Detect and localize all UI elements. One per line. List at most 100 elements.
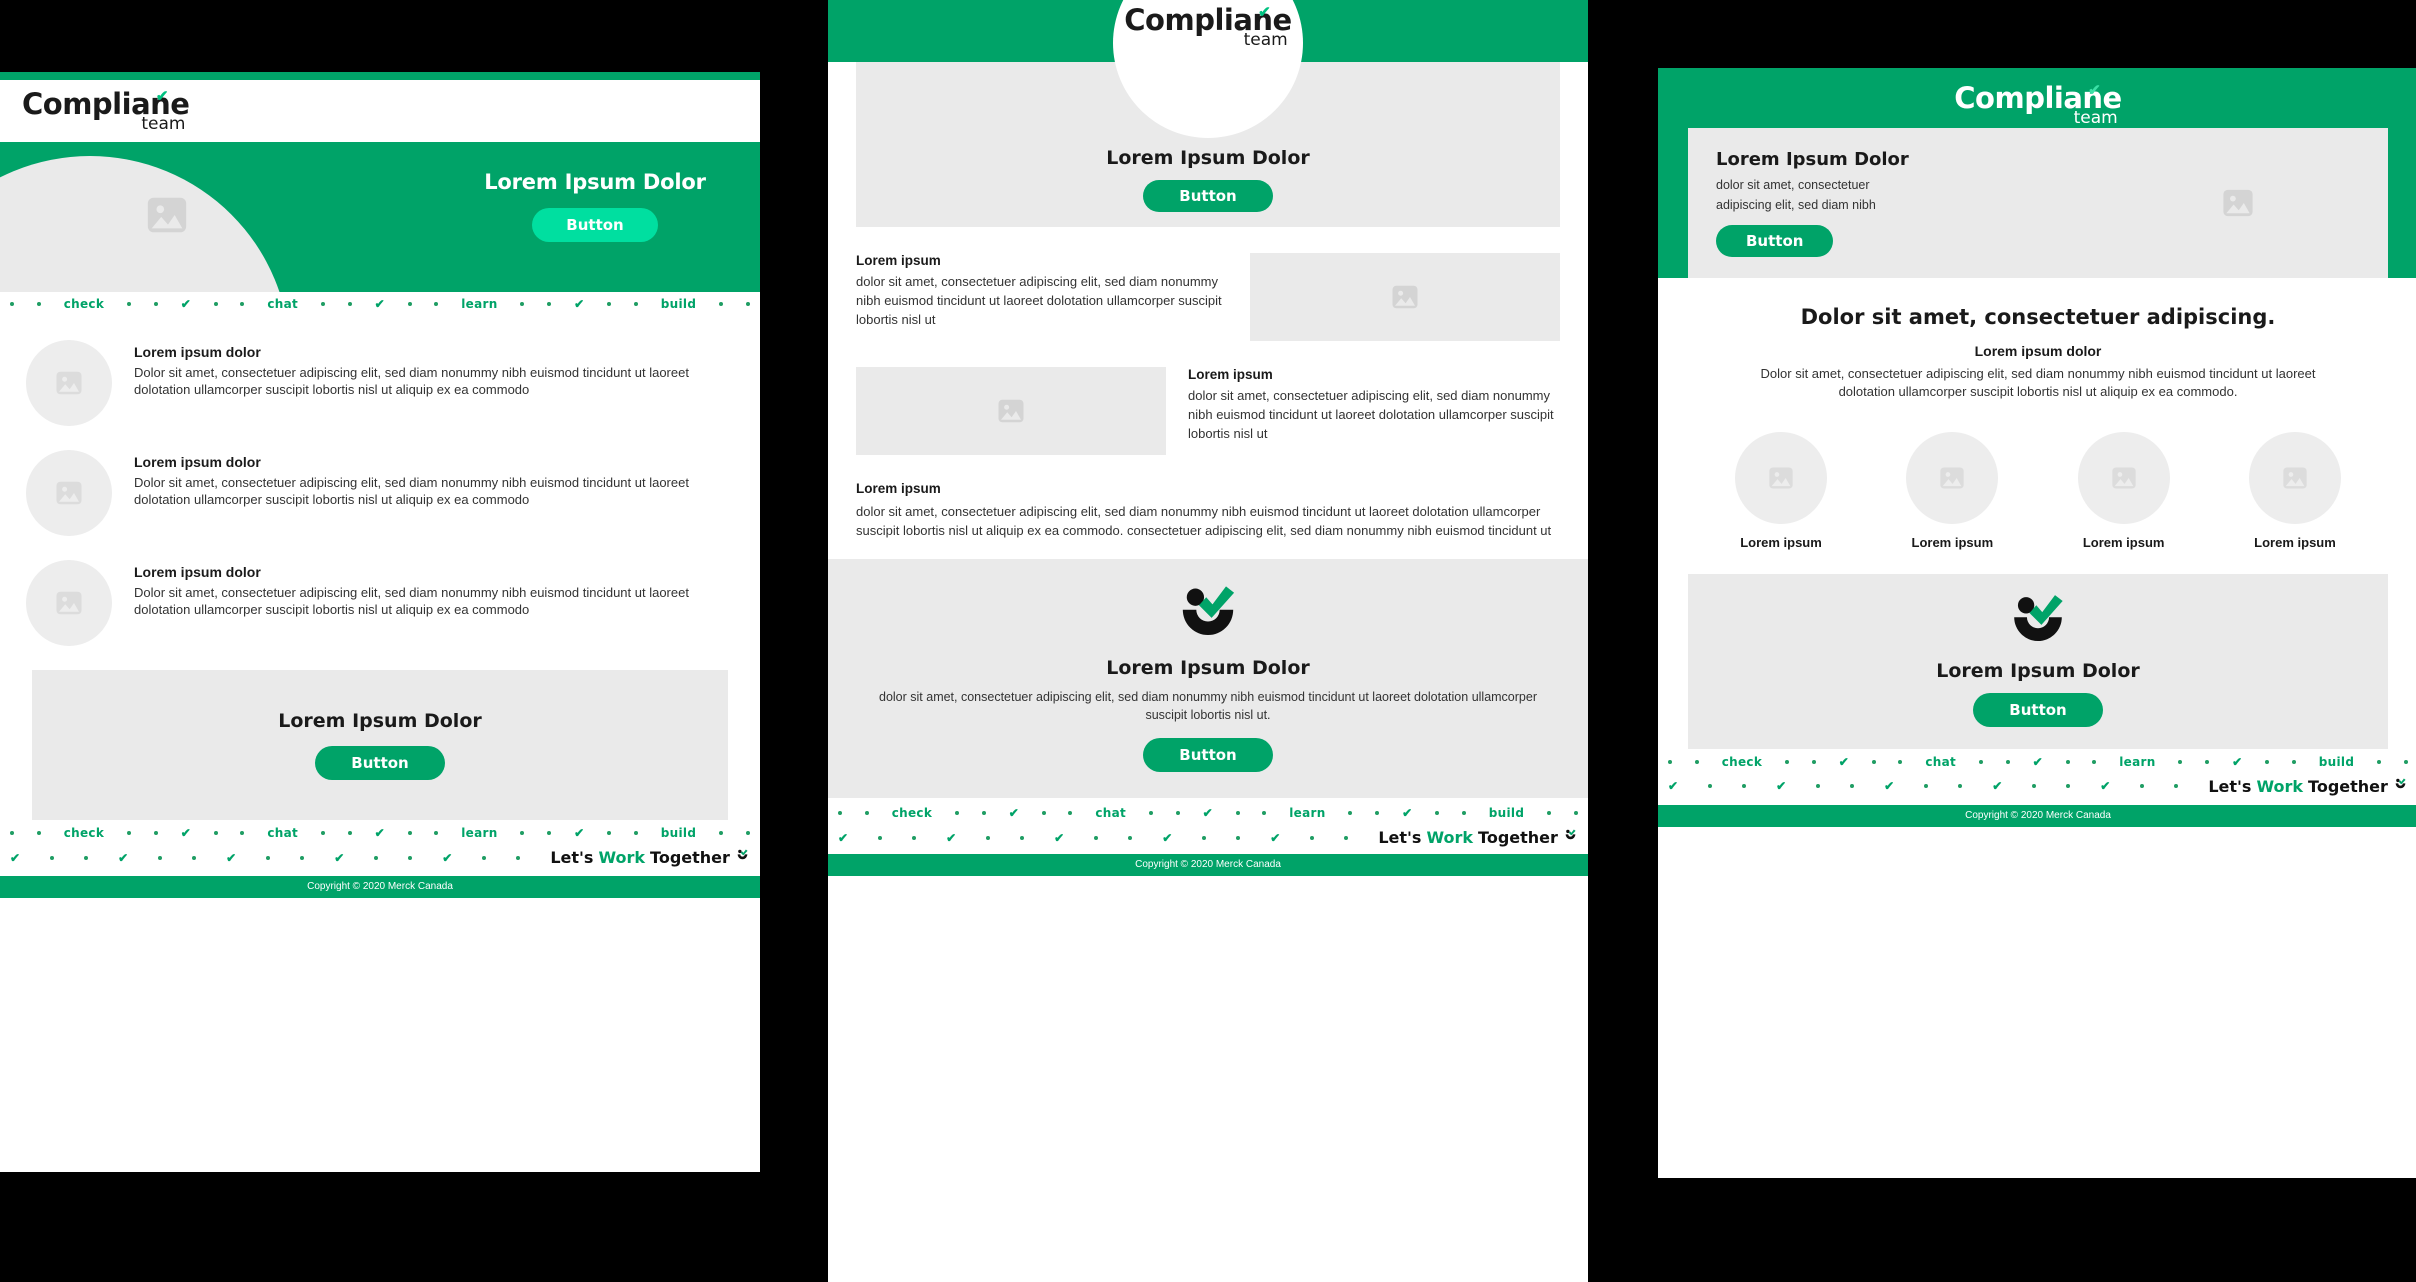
band-dot: [745, 302, 750, 306]
band-dot: [1344, 835, 1349, 840]
band-dot: [374, 855, 379, 860]
row-text-column: Lorem ipsum dolor sit amet, consectetuer…: [1188, 367, 1560, 444]
tagline-lets: Let's: [550, 848, 594, 867]
band-dot: [1235, 811, 1240, 816]
band-dot: [126, 831, 131, 835]
band-dot: [2377, 759, 2382, 764]
band-dot: [1128, 835, 1133, 840]
left-cta-block: Lorem Ipsum Dolor Button: [32, 670, 728, 820]
logo-check-icon: ✔: [155, 87, 169, 105]
icon-cell: Lorem ipsum: [1877, 431, 2027, 552]
right-hero-button[interactable]: Button: [1716, 224, 1834, 257]
right-cta-button[interactable]: Button: [1973, 692, 2103, 727]
right-cta-title: Lorem Ipsum Dolor: [1936, 659, 2140, 682]
band-word-learn: learn: [2119, 754, 2156, 769]
row-body: dolor sit amet, consectetuer adipiscing …: [1188, 388, 1554, 441]
band-dot: [1898, 759, 1903, 764]
band-dot: [1020, 835, 1025, 840]
band-check-icon: ✔: [226, 850, 237, 865]
band-dot: [2032, 784, 2037, 789]
mid-cta-title: Lorem Ipsum Dolor: [1106, 656, 1310, 679]
dotband-tagline-row: ✔ ✔ ✔ ✔ ✔ Let's Work Together: [828, 828, 1588, 847]
right-hero-body: dolor sit amet, consectetuer adipiscing e…: [1716, 178, 1876, 212]
band-dot: [434, 831, 439, 835]
list-item-image-placeholder-icon: [26, 560, 112, 646]
band-dot: [50, 855, 55, 860]
band-check-icon: ✔: [2100, 779, 2111, 794]
left-logo-header: Compliane team ✔: [0, 80, 760, 142]
band-check-icon: ✔: [180, 297, 191, 311]
right-copyright-bar: Copyright © 2020 Merck Canada: [1658, 804, 2416, 827]
band-word-check: check: [891, 806, 933, 821]
compliance-team-logo: Compliane team ✔: [1124, 4, 1292, 49]
band-dot: [986, 835, 991, 840]
icon-label: Lorem ipsum: [1740, 534, 1822, 550]
icon-cell: Lorem ipsum: [2220, 431, 2370, 552]
list-item-title: Lorem ipsum dolor: [134, 564, 261, 580]
icon-image-placeholder-icon: [2077, 431, 2170, 524]
band-dot: [2403, 759, 2408, 764]
screenshot-canvas: Compliane team ✔ Lorem Ipsum Dolor Butto…: [0, 0, 2416, 1282]
band-dot: [347, 831, 352, 835]
row-title: Lorem ipsum: [1188, 367, 1273, 382]
logo-check-icon: ✔: [1258, 4, 1271, 21]
left-top-green-bar: [0, 72, 760, 80]
band-check-icon: ✔: [1008, 806, 1019, 821]
band-dot: [2065, 759, 2070, 764]
mid-cta-body: dolor sit amet, consectetuer adipiscing …: [879, 689, 1537, 723]
right-section-text: Dolor sit amet, consectetuer adipiscing.…: [1688, 278, 2388, 410]
mid-cta-block: Lorem Ipsum Dolor dolor sit amet, consec…: [828, 558, 1588, 799]
band-dot: [84, 855, 89, 860]
hero-cta-button[interactable]: Button: [532, 208, 658, 242]
icon-image-placeholder-icon: [2248, 431, 2341, 524]
band-check-icon: ✔: [334, 850, 345, 865]
band-check-icon: ✔: [1992, 779, 2003, 794]
left-cta-button[interactable]: Button: [315, 746, 445, 780]
band-dot: [1811, 759, 1816, 764]
right-section-body: Dolor sit amet, consectetuer adipiscing …: [1760, 365, 2316, 400]
band-check-icon: ✔: [118, 850, 129, 865]
icon-label: Lorem ipsum: [2254, 534, 2336, 550]
list-item-text: Lorem ipsum dolor Dolor sit amet, consec…: [134, 340, 734, 398]
band-word-chat: chat: [1925, 754, 1957, 769]
mid-row-text-left: Lorem ipsum dolor sit amet, consectetuer…: [856, 253, 1560, 341]
list-item-body: Dolor sit amet, consectetuer adipiscing …: [134, 585, 689, 618]
band-dot: [547, 831, 552, 835]
logo-check-icon: ✔: [2088, 82, 2101, 99]
band-dot: [36, 302, 41, 306]
list-item-text: Lorem ipsum dolor Dolor sit amet, consec…: [134, 450, 734, 508]
mid-hero-title: Lorem Ipsum Dolor: [1106, 147, 1310, 169]
band-dot: [1547, 811, 1552, 816]
email-template-middle: Compliane team ✔ Lorem Ipsum Dolor Butto…: [828, 0, 1588, 1282]
band-word-check: check: [63, 826, 105, 840]
band-dot: [981, 811, 986, 816]
band-dot: [153, 302, 158, 306]
band-dot: [1708, 784, 1713, 789]
mid-cta-button[interactable]: Button: [1143, 738, 1273, 773]
right-content-wrapper: Dolor sit amet, consectetuer adipiscing.…: [1658, 278, 2416, 568]
right-green-header: Compliane team ✔: [1658, 68, 2416, 128]
band-check-icon: ✔: [574, 297, 585, 311]
band-dot: [2005, 759, 2010, 764]
list-item-title: Lorem ipsum dolor: [134, 344, 261, 360]
mid-hero-button[interactable]: Button: [1143, 180, 1273, 212]
band-check-icon: ✔: [2232, 754, 2243, 769]
list-item-image-placeholder-icon: [26, 340, 112, 426]
band-check-icon: ✔: [1776, 779, 1787, 794]
compliance-team-logo: Compliane team ✔: [22, 87, 190, 133]
right-hero-text: Lorem Ipsum Dolor dolor sit amet, consec…: [1716, 149, 2046, 257]
band-dot: [213, 831, 218, 835]
icon-cell: Lorem ipsum: [1706, 431, 1856, 552]
right-cta-block: Lorem Ipsum Dolor Button: [1688, 573, 2388, 749]
tagline-together: Together: [1478, 828, 1558, 848]
lets-work-together-tagline: Let's Work Together: [550, 848, 750, 867]
band-dot: [10, 302, 14, 306]
band-check-icon: ✔: [1202, 806, 1213, 821]
mid-wide-text-block: Lorem ipsum dolor sit amet, consectetuer…: [856, 481, 1560, 541]
band-dot: [407, 302, 412, 306]
band-word-build: build: [660, 297, 697, 311]
band-word-learn: learn: [461, 826, 498, 840]
band-word-chat: chat: [1095, 806, 1127, 821]
dotband-row: check ✔ chat ✔ learn ✔ build: [828, 806, 1588, 820]
dotband-row: check ✔ chat ✔ learn ✔ build: [0, 826, 760, 840]
